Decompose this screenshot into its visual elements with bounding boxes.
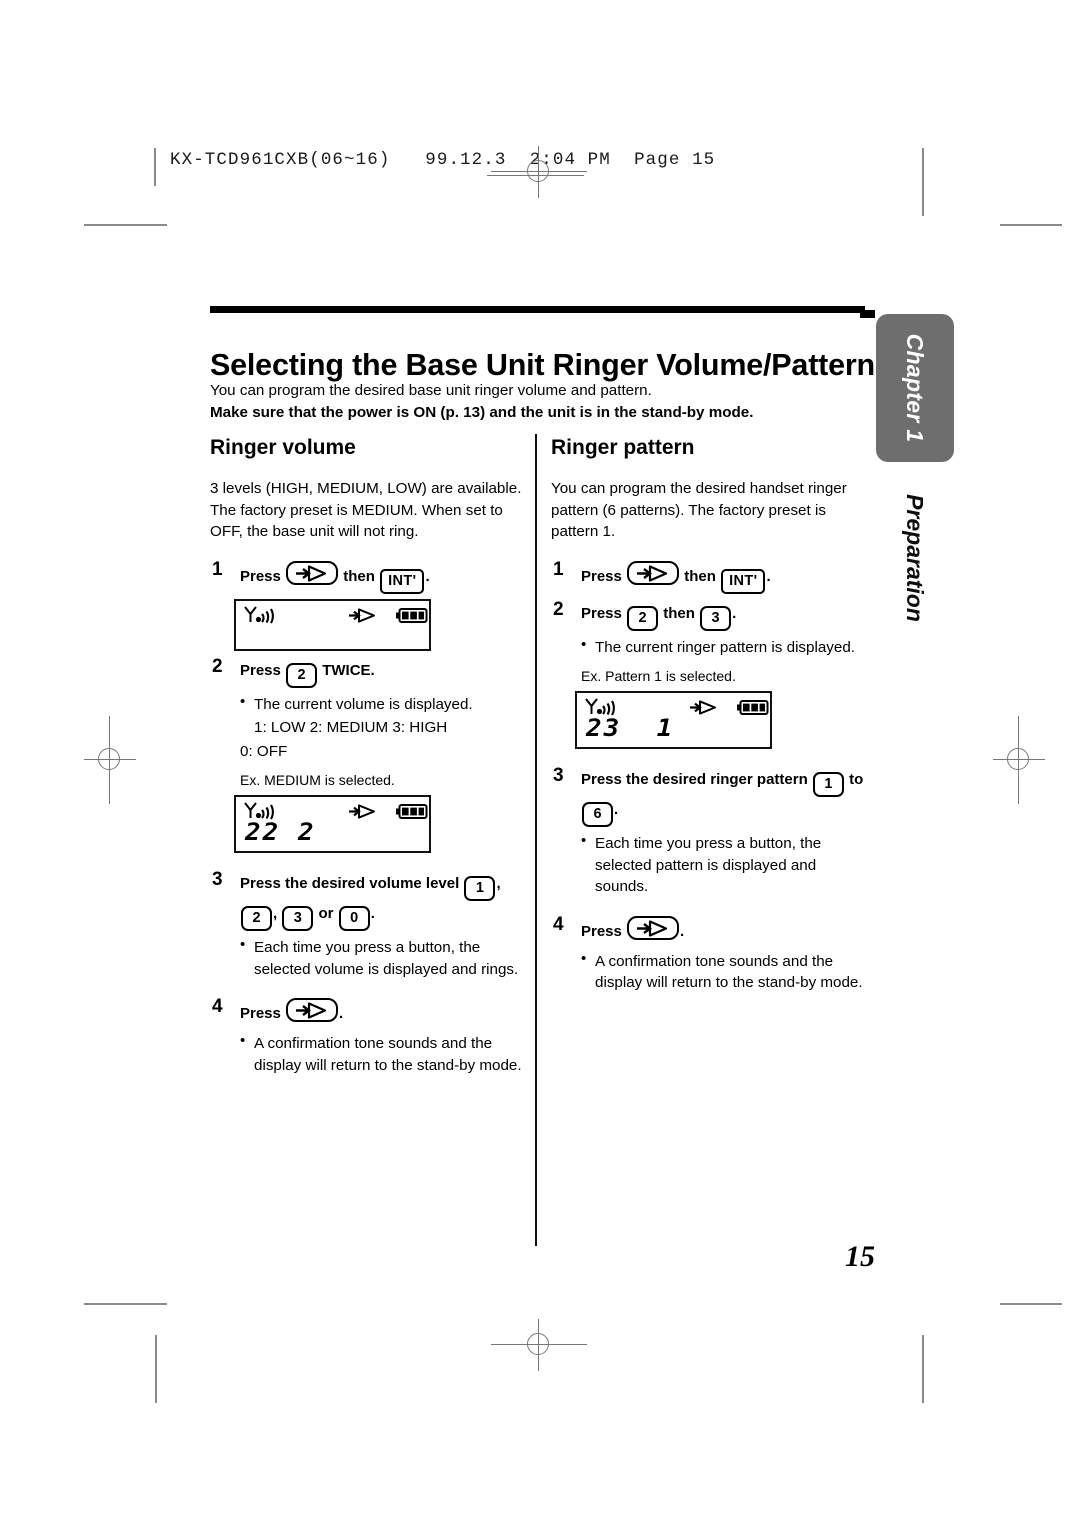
lcd-digits: 22 2 <box>245 819 316 847</box>
numeric-key-2: 2 <box>627 605 659 631</box>
right-step-3-number: 3 <box>553 765 564 786</box>
chapter-tab: Chapter 1 <box>876 314 954 462</box>
arrow-key-icon <box>286 998 339 1022</box>
left-step-4-press: Press <box>240 1005 281 1022</box>
left-step-3-bullet: Each time you press a button, the select… <box>240 936 532 980</box>
right-step-4-press: Press <box>581 922 622 940</box>
left-step-2: 2 Press 2 TWICE. <box>210 655 532 688</box>
left-example-caption: Ex. MEDIUM is selected. <box>240 772 395 788</box>
battery-full-icon <box>396 607 428 628</box>
battery-full-icon <box>737 700 769 720</box>
left-step-3-number: 3 <box>212 869 223 890</box>
left-step-1-then: then <box>343 567 375 585</box>
left-step-2-number: 2 <box>212 655 223 677</box>
arrow-key-icon <box>286 560 339 585</box>
right-step-4-number: 4 <box>553 913 564 935</box>
intro-line-2: Make sure that the power is ON (p. 13) a… <box>210 404 754 421</box>
section-heading-ringer-pattern: Ringer pattern <box>551 436 695 459</box>
antenna-signal-icon <box>243 605 279 629</box>
numeric-key-1: 1 <box>812 772 844 797</box>
page-number: 15 <box>845 1240 875 1273</box>
arrow-icon <box>689 700 719 720</box>
right-step-3: 3 Press the desired ringer pattern 1 to … <box>551 765 873 827</box>
left-step-2-press: Press <box>240 661 281 679</box>
right-step-1: 1 Press then INT'. <box>551 558 873 594</box>
lcd-display-left-2: 22 2 <box>234 795 431 853</box>
right-step-1-period: . <box>766 567 771 585</box>
right-step-2-bullet: The current ringer pattern is displayed. <box>581 636 873 659</box>
title-rule <box>210 306 865 313</box>
right-step-2-period: . <box>732 604 737 622</box>
lcd-digits: 23 1 <box>586 715 675 743</box>
int-key: INT' <box>380 568 425 594</box>
left-step-1-number: 1 <box>212 558 223 580</box>
right-step-2-press: Press <box>581 604 622 622</box>
arrow-icon <box>348 804 378 824</box>
int-key: INT' <box>721 568 766 594</box>
right-step-2: 2 Press 2 then 3. <box>551 598 873 631</box>
numeric-key-1: 1 <box>464 876 496 901</box>
arrow-key-icon <box>627 560 680 585</box>
left-step-3-text: Press the desired volume level <box>240 875 460 892</box>
ringer-pattern-column: You can program the desired handset ring… <box>551 478 873 994</box>
chapter-sub-label: Preparation <box>902 494 929 622</box>
numeric-key-3: 3 <box>700 605 732 631</box>
right-step-3-bullet: Each time you press a button, the select… <box>581 832 873 898</box>
right-step-3-period: . <box>614 801 619 818</box>
volume-levels-line-2: 0: OFF <box>240 742 288 760</box>
chapter-section-label: Preparation <box>876 478 954 638</box>
right-step-3-text: Press the desired ringer pattern <box>581 771 808 788</box>
left-step-2-suffix: TWICE. <box>322 661 375 679</box>
left-step-1-period: . <box>425 567 430 585</box>
chapter-tab-label: Chapter 1 <box>902 333 929 443</box>
chapter-tab-nub <box>860 310 875 318</box>
section-heading-ringer-volume: Ringer volume <box>210 436 356 459</box>
right-step-3-to: to <box>849 771 864 788</box>
left-step-2-bullet: The current volume is displayed. <box>240 693 532 716</box>
page-title: Selecting the Base Unit Ringer Volume/Pa… <box>210 348 875 383</box>
lcd-display-left-1 <box>234 598 431 651</box>
right-step-1-number: 1 <box>553 558 564 580</box>
left-step-4-number: 4 <box>212 996 223 1017</box>
right-step-1-press: Press <box>581 567 622 585</box>
numeric-key-6: 6 <box>582 802 613 827</box>
left-step-3-period: . <box>370 905 375 922</box>
right-step-1-then: then <box>684 567 716 585</box>
left-step-1: 1 Press then INT'. <box>210 558 532 594</box>
right-step-4-bullet: A confirmation tone sounds and the displ… <box>581 950 873 994</box>
left-step-3: 3 Press the desired volume level 1, 2, 3… <box>210 869 532 931</box>
numeric-key-2: 2 <box>286 662 318 688</box>
ringer-pattern-intro: You can program the desired handset ring… <box>551 480 847 540</box>
lcd-display-right-1: 23 1 <box>575 691 772 749</box>
left-step-3-or: or <box>318 905 334 922</box>
right-example-caption: Ex. Pattern 1 is selected. <box>581 668 736 684</box>
ringer-volume-intro: 3 levels (HIGH, MEDIUM, LOW) are availab… <box>210 480 522 540</box>
right-step-2-number: 2 <box>553 598 564 620</box>
right-step-4: 4 Press . <box>551 913 873 945</box>
arrow-key-icon <box>627 915 680 940</box>
volume-levels-line-1: 1: LOW 2: MEDIUM 3: HIGH <box>254 719 448 736</box>
column-divider <box>535 434 537 1246</box>
numeric-key-0: 0 <box>338 906 370 931</box>
left-step-4-period: . <box>339 1005 344 1022</box>
numeric-key-3: 3 <box>282 906 314 931</box>
battery-full-icon <box>396 804 428 824</box>
right-step-4-period: . <box>680 922 685 940</box>
left-step-4: 4 Press . <box>210 996 532 1027</box>
arrow-icon <box>348 607 378 628</box>
numeric-key-2: 2 <box>241 906 272 931</box>
right-step-2-then: then <box>663 604 695 622</box>
left-step-1-press: Press <box>240 567 281 585</box>
ringer-volume-column: 3 levels (HIGH, MEDIUM, LOW) are availab… <box>210 478 532 1076</box>
intro-line-1: You can program the desired base unit ri… <box>210 382 652 399</box>
manual-page: Selecting the Base Unit Ringer Volume/Pa… <box>0 0 1080 1528</box>
left-step-4-bullet: A confirmation tone sounds and the displ… <box>240 1032 532 1076</box>
